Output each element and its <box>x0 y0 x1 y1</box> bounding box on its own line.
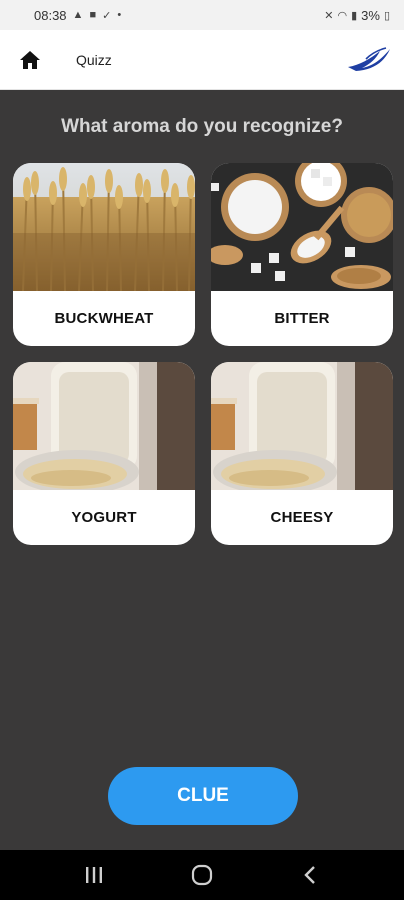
app-bar: Quizz <box>0 30 404 90</box>
battery-icon: ▯ <box>383 9 390 22</box>
recent-apps-button[interactable] <box>74 855 114 895</box>
sugar-bowls-photo <box>211 163 393 291</box>
more-dot: • <box>117 9 122 21</box>
back-button[interactable] <box>290 855 330 895</box>
signal-icon: ▮ <box>351 9 358 22</box>
mute-icon: ✕ <box>324 9 334 22</box>
option-label: CHEESY <box>270 509 334 526</box>
battery-level: 3% <box>361 7 380 23</box>
wifi-icon: ◠ <box>337 9 348 22</box>
option-card-buckwheat[interactable]: BUCKWHEAT <box>13 163 195 346</box>
yogurt-jar-photo <box>211 362 393 490</box>
home-nav-button[interactable] <box>182 855 222 895</box>
status-bar: 08:38 ▲ ■ ✓ • ✕ ◠ ▮ 3% ▯ <box>0 0 404 30</box>
system-nav-bar <box>0 850 404 900</box>
back-icon <box>304 866 315 884</box>
recent-apps-icon <box>86 867 102 883</box>
clue-button[interactable]: CLUE <box>108 767 298 825</box>
option-card-cheesy[interactable]: CHEESY <box>211 362 393 545</box>
warning-icon: ▲ <box>72 9 84 21</box>
bird-logo-icon <box>348 46 390 71</box>
home-button[interactable] <box>10 40 50 80</box>
notification-icon: ■ <box>89 9 97 21</box>
option-card-bitter[interactable]: BITTER <box>211 163 393 346</box>
wheat-field-photo <box>13 163 195 291</box>
home-circle-icon <box>191 864 213 886</box>
home-icon <box>20 50 40 69</box>
clock: 08:38 <box>34 7 67 23</box>
check-icon: ✓ <box>102 9 112 22</box>
option-label: BUCKWHEAT <box>54 310 154 327</box>
option-label: YOGURT <box>71 509 137 526</box>
option-label: BITTER <box>274 310 330 327</box>
yogurt-jar-photo <box>13 362 195 490</box>
question-text: What aroma do you recognize? <box>61 116 343 137</box>
option-card-yogurt[interactable]: YOGURT <box>13 362 195 545</box>
page-title: Quizz <box>76 51 112 68</box>
